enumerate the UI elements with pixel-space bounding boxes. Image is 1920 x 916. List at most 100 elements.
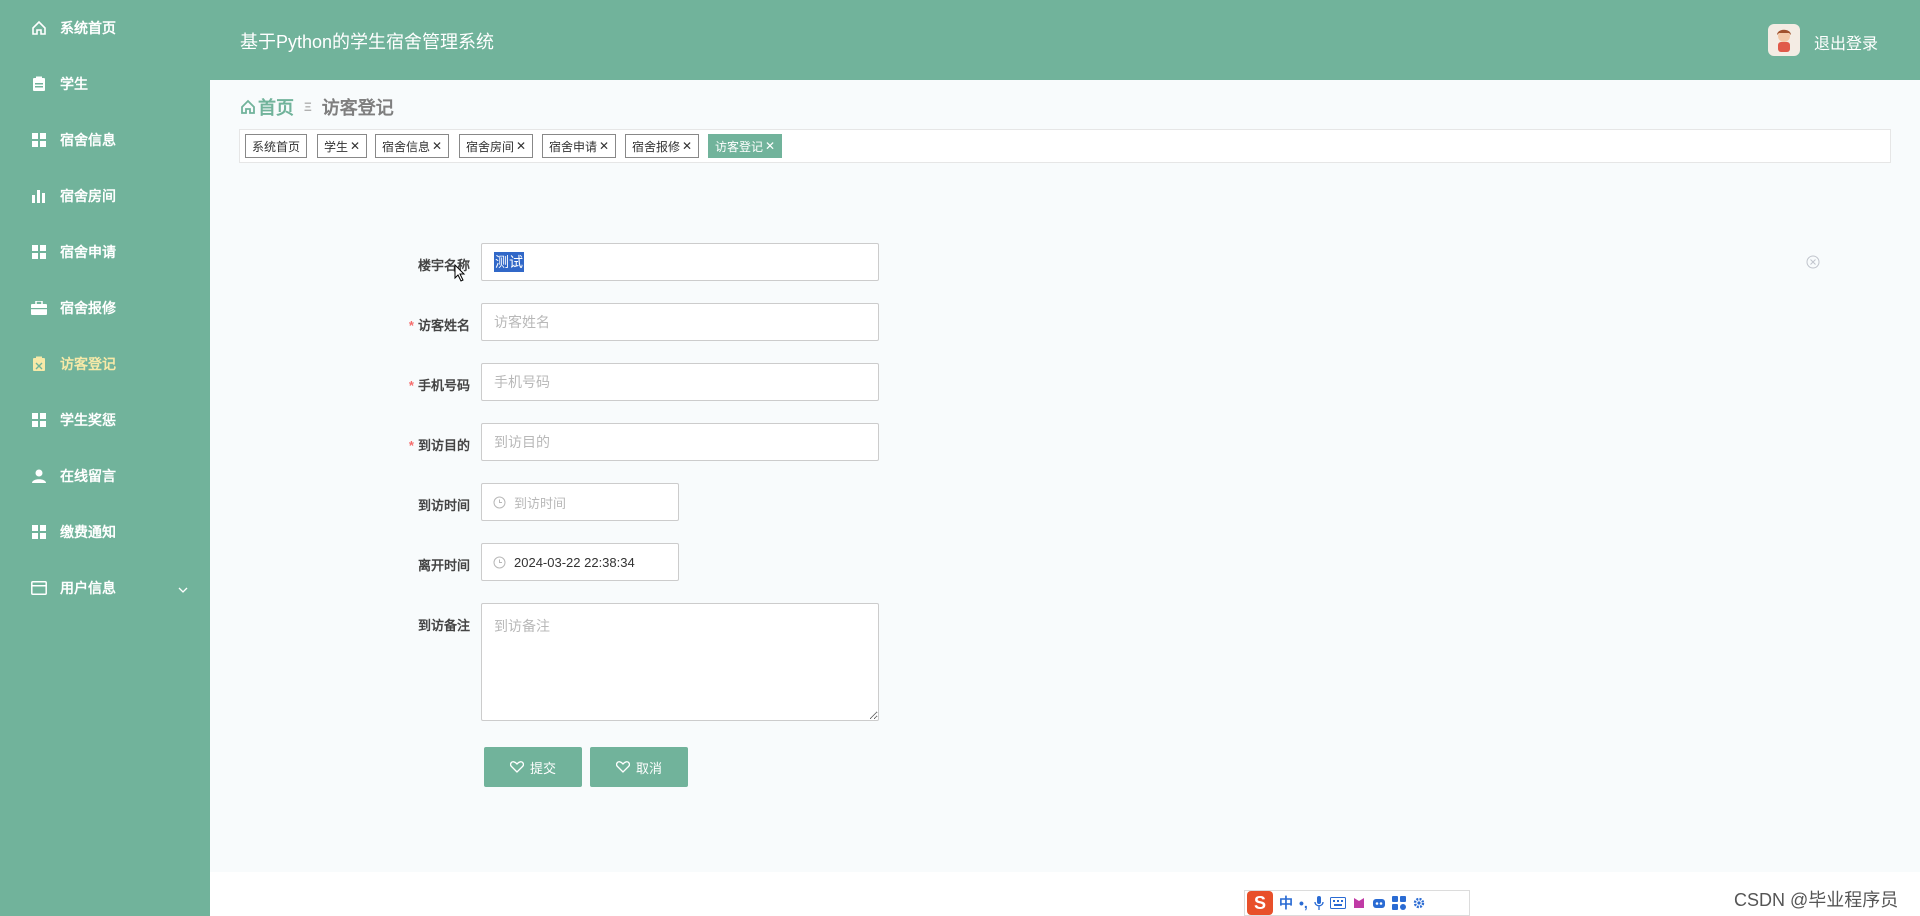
visitor-name-label: * 访客姓名 xyxy=(408,318,470,333)
ime-mode[interactable]: 中 xyxy=(1279,893,1293,913)
breadcrumb-separator: Ξ xyxy=(304,100,312,114)
sidebar-item-home[interactable]: 系统首页 xyxy=(0,8,210,48)
sidebar-item-label: 宿舍信息 xyxy=(60,132,116,148)
microphone-icon[interactable] xyxy=(1314,896,1324,910)
phone-label: * 手机号码 xyxy=(408,378,470,393)
sidebar-item-dorm-info[interactable]: 宿舍信息 xyxy=(0,120,210,160)
close-icon[interactable]: ✕ xyxy=(350,139,360,153)
clipboard-icon xyxy=(31,356,47,372)
label-text: 到访备注 xyxy=(417,618,470,633)
ime-punct[interactable]: •, xyxy=(1299,895,1308,911)
briefcase-icon xyxy=(31,300,47,316)
sogou-logo-icon[interactable]: S xyxy=(1247,891,1273,915)
building-value: 测试 xyxy=(494,252,524,272)
chevron-down-icon xyxy=(178,581,188,597)
clock-icon xyxy=(493,556,506,569)
sidebar-item-label: 系统首页 xyxy=(60,20,116,36)
cancel-label: 取消 xyxy=(635,760,662,776)
visitor-name-input[interactable] xyxy=(481,303,879,341)
tag-label: 宿舍信息 xyxy=(382,139,431,154)
robot-icon[interactable] xyxy=(1372,896,1386,910)
leave-time-label: 离开时间 xyxy=(350,555,470,574)
sidebar-item-label: 用户信息 xyxy=(60,580,116,596)
clipboard-icon xyxy=(31,76,47,92)
purpose-label: * 到访目的 xyxy=(408,438,470,453)
tag-dorm-repair[interactable]: 宿舍报修 ✕ xyxy=(625,134,700,158)
heart-icon xyxy=(615,761,630,773)
avatar-icon xyxy=(1777,29,1791,52)
sidebar-item-label: 宿舍房间 xyxy=(60,188,116,204)
breadcrumb-home[interactable]: 首页 xyxy=(240,94,294,120)
close-icon[interactable]: ✕ xyxy=(682,139,692,153)
tag-dorm-room[interactable]: 宿舍房间 ✕ xyxy=(459,134,534,158)
label-text: 访客姓名 xyxy=(417,318,470,333)
grid-icon xyxy=(31,244,47,260)
tag-visitor[interactable]: 访客登记 ✕ xyxy=(708,134,783,158)
tag-home[interactable]: 系统首页 xyxy=(245,134,308,158)
card-icon xyxy=(31,580,47,596)
heart-icon xyxy=(509,761,524,773)
logout-button[interactable]: 退出登录 xyxy=(1814,30,1878,54)
skin-icon[interactable] xyxy=(1352,896,1366,910)
watermark: CSDN @毕业程序员 xyxy=(1734,890,1899,910)
close-icon[interactable]: ✕ xyxy=(432,139,442,153)
label-text: 到访时间 xyxy=(417,498,470,513)
submit-button[interactable]: 提交 xyxy=(484,747,582,787)
close-icon[interactable]: ✕ xyxy=(599,139,609,153)
home-icon xyxy=(241,99,255,114)
user-icon xyxy=(31,468,47,484)
tag-students[interactable]: 学生 ✕ xyxy=(317,134,368,158)
sidebar-item-label: 学生奖惩 xyxy=(60,412,116,428)
tag-label: 宿舍房间 xyxy=(466,139,515,154)
sidebar-item-payment[interactable]: 缴费通知 xyxy=(0,512,210,552)
leave-time-value: 2024-03-22 22:38:34 xyxy=(514,554,635,570)
label-text: 离开时间 xyxy=(417,558,470,573)
sidebar: 系统首页 学生 宿舍信息 宿舍房间 宿舍申请 宿舍报修 访客登记 学生奖惩 在线… xyxy=(0,0,210,916)
apps-icon[interactable] xyxy=(1391,896,1406,910)
tag-label: 宿舍报修 xyxy=(632,139,681,154)
sidebar-item-dorm-room[interactable]: 宿舍房间 xyxy=(0,176,210,216)
sidebar-item-rewards[interactable]: 学生奖惩 xyxy=(0,400,210,440)
clock-icon xyxy=(493,496,506,509)
tag-label: 系统首页 xyxy=(252,139,301,154)
sidebar-item-user-info[interactable]: 用户信息 xyxy=(0,568,210,608)
ime-toolbar: S 中 •, xyxy=(1244,890,1470,916)
sidebar-item-dorm-apply[interactable]: 宿舍申请 xyxy=(0,232,210,272)
visit-time-picker[interactable]: 到访时间 xyxy=(481,483,679,521)
purpose-input[interactable] xyxy=(481,423,879,461)
sidebar-item-label: 学生 xyxy=(60,76,88,92)
phone-input[interactable] xyxy=(481,363,879,401)
close-icon[interactable]: ✕ xyxy=(516,139,526,153)
leave-time-picker[interactable]: 2024-03-22 22:38:34 xyxy=(481,543,679,581)
mouse-cursor-icon xyxy=(454,263,466,287)
sidebar-item-label: 访客登记 xyxy=(60,356,116,372)
sidebar-item-visitor[interactable]: 访客登记 xyxy=(0,344,210,384)
label-text: 手机号码 xyxy=(417,378,470,393)
breadcrumb-current: 访客登记 xyxy=(321,98,394,118)
main-content xyxy=(210,80,1920,872)
sidebar-item-messages[interactable]: 在线留言 xyxy=(0,456,210,496)
app-title: 基于Python的学生宿舍管理系统 xyxy=(240,32,495,52)
sidebar-item-students[interactable]: 学生 xyxy=(0,64,210,104)
visit-time-label: 到访时间 xyxy=(350,495,470,514)
settings-icon[interactable] xyxy=(1412,896,1426,910)
home-icon xyxy=(31,20,47,36)
tag-label: 学生 xyxy=(324,139,349,154)
building-input[interactable]: 测试 xyxy=(481,243,879,281)
submit-label: 提交 xyxy=(529,760,556,776)
remark-label: 到访备注 xyxy=(350,615,470,634)
clear-icon[interactable] xyxy=(1806,255,1820,269)
close-icon[interactable]: ✕ xyxy=(765,139,775,153)
keyboard-icon[interactable] xyxy=(1329,897,1346,909)
top-header: 基于Python的学生宿舍管理系统 退出登录 xyxy=(210,0,1920,80)
sidebar-item-label: 宿舍申请 xyxy=(60,244,116,260)
tag-dorm-info[interactable]: 宿舍信息 ✕ xyxy=(375,134,450,158)
tag-dorm-apply[interactable]: 宿舍申请 ✕ xyxy=(542,134,617,158)
sidebar-item-dorm-repair[interactable]: 宿舍报修 xyxy=(0,288,210,328)
avatar[interactable] xyxy=(1768,24,1800,56)
cancel-button[interactable]: 取消 xyxy=(590,747,688,787)
grid-icon xyxy=(31,132,47,148)
remark-textarea[interactable] xyxy=(481,603,879,721)
bar-chart-icon xyxy=(31,188,47,204)
sidebar-item-label: 宿舍报修 xyxy=(60,300,116,316)
